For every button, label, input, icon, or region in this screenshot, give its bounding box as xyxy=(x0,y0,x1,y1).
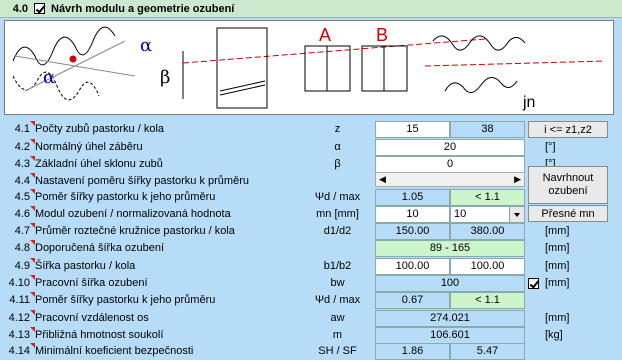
row-label: Pracovní šířka ozubení xyxy=(35,277,148,289)
row-symbol: Ψd / max xyxy=(314,294,361,306)
width-ratio-scrollbar[interactable]: ◀ ▶ xyxy=(375,172,525,187)
row-4-11: 4.11 Poměr šířky pastorku k jeho průměru… xyxy=(0,292,622,309)
gear-geometry-diagram: α α β A B jn xyxy=(4,20,614,115)
alpha-label-bottom: α xyxy=(43,67,55,88)
row-number: 4.9 xyxy=(0,258,35,272)
helix-angle-input[interactable]: 0 xyxy=(375,156,525,173)
weight-value: 106.601 xyxy=(375,327,525,344)
working-width-checkbox[interactable] xyxy=(528,278,539,289)
row-label: Poměr šířky pastorku k jeho průměru xyxy=(35,191,216,203)
row-label: Přibližná hmotnost soukolí xyxy=(35,329,164,341)
center-distance-value: 274.021 xyxy=(375,310,525,327)
row-unit: [°] xyxy=(545,141,556,153)
row-unit: [mm] xyxy=(545,312,570,324)
row-number: 4.11 xyxy=(0,292,35,306)
alpha-label-top: α xyxy=(140,35,152,56)
row-symbol: z xyxy=(334,123,341,135)
row-label: Pracovní vzdálenost os xyxy=(35,312,149,324)
row-label: Poměr šířky pastorku k jeho průměru xyxy=(35,294,216,306)
row-number: 4.12 xyxy=(0,310,35,324)
row-symbol: α xyxy=(334,141,341,153)
row-label: Normálný úhel záběru xyxy=(35,141,143,153)
row-label: Modul ozubení / normalizovaná hodnota xyxy=(35,208,231,220)
row-number: 4.4 xyxy=(0,173,35,187)
section-header: 4.0 Návrh modulu a geometrie ozubení xyxy=(0,0,622,18)
teeth-pinion-input[interactable]: 15 xyxy=(375,121,450,138)
pinion-width-input[interactable]: 100.00 xyxy=(375,258,450,275)
row-symbol: mn [mm] xyxy=(316,208,359,220)
pitch-diameter-gear: 380.00 xyxy=(450,223,525,240)
label-b: B xyxy=(376,25,388,45)
row-unit: [mm] xyxy=(545,242,570,254)
scroll-left-icon[interactable]: ◀ xyxy=(379,174,386,185)
row-4-5: 4.5 Poměr šířky pastorku k jeho průměru … xyxy=(0,189,622,206)
row-number: 4.1 xyxy=(0,121,35,135)
width-ratio-value-2: 0.67 xyxy=(375,292,450,309)
row-4-10: 4.10 Pracovní šířka ozubení bw 100 [mm] xyxy=(0,275,622,292)
row-label: Minimální koeficient bezpečnosti xyxy=(35,345,194,357)
row-number: 4.14 xyxy=(0,343,35,357)
gear-width-input[interactable]: 100.00 xyxy=(450,258,525,275)
row-unit: [mm] xyxy=(545,277,570,289)
row-unit: [kg] xyxy=(545,329,563,341)
row-label: Počty zubů pastorku / kola xyxy=(35,123,165,135)
row-symbol: bw xyxy=(330,277,345,289)
row-number: 4.10 xyxy=(0,275,35,289)
safety-factor-sh: 1.86 xyxy=(375,343,450,360)
width-ratio-value: 1.05 xyxy=(375,189,450,206)
width-ratio-max: < 1.1 xyxy=(450,189,525,206)
row-4-12: 4.12 Pracovní vzdálenost os aw 274.021 [… xyxy=(0,310,622,327)
row-label: Nastavení poměru šířky pastorku k průměr… xyxy=(35,175,249,187)
row-label: Základní úhel sklonu zubů xyxy=(35,158,163,170)
row-number: 4.8 xyxy=(0,240,35,254)
row-number: 4.13 xyxy=(0,327,35,341)
row-number: 4.5 xyxy=(0,189,35,203)
row-symbol: m xyxy=(332,329,343,341)
row-number: 4.2 xyxy=(0,139,35,153)
row-label: Doporučená šířka ozubení xyxy=(35,242,165,254)
jn-label: jn xyxy=(522,94,535,111)
row-symbol: b1/b2 xyxy=(323,260,352,272)
scroll-right-icon[interactable]: ▶ xyxy=(514,174,521,185)
row-unit: [mm] xyxy=(545,225,570,237)
teeth-gear-value: 38 xyxy=(450,121,525,138)
exact-module-button[interactable]: Přesné mn xyxy=(528,205,608,222)
row-number: 4.7 xyxy=(0,223,35,237)
module-select[interactable]: 10 xyxy=(450,206,525,223)
row-label: Průměr roztečné kružnice pastorku / kola xyxy=(35,225,235,237)
row-symbol: aw xyxy=(330,312,345,324)
gear-diagram-svg: α α β A B jn xyxy=(12,25,606,111)
row-symbol: SH / SF xyxy=(318,345,357,357)
row-unit: [mm] xyxy=(545,260,570,272)
row-number: 4.6 xyxy=(0,206,35,220)
row-4-14: 4.14 Minimální koeficient bezpečnosti SH… xyxy=(0,343,622,360)
row-4-7: 4.7 Průměr roztečné kružnice pastorku / … xyxy=(0,223,622,240)
row-4-2: 4.2 Normálný úhel záběru α 20 [°] xyxy=(0,139,622,156)
safety-factor-sf: 5.47 xyxy=(450,343,525,360)
section-number: 4.0 xyxy=(12,2,28,15)
row-number: 4.3 xyxy=(0,156,35,170)
section-title: Návrh modulu a geometrie ozubení xyxy=(51,2,235,15)
pitch-diameter-pinion: 150.00 xyxy=(375,223,450,240)
row-4-9: 4.9 Šířka pastorku / kola b1/b2 100.00 1… xyxy=(0,258,622,275)
working-width-value: 100 xyxy=(375,275,525,292)
label-a: A xyxy=(319,25,331,45)
pressure-angle-input[interactable]: 20 xyxy=(375,139,525,156)
module-select-value: 10 xyxy=(454,208,467,220)
module-input[interactable]: 10 xyxy=(375,206,450,223)
width-ratio-max-2: < 1.1 xyxy=(450,292,525,309)
row-symbol: d1/d2 xyxy=(323,225,352,237)
chevron-down-icon[interactable] xyxy=(509,207,524,222)
row-symbol: Ψd / max xyxy=(314,191,361,203)
row-symbol: β xyxy=(334,158,341,170)
section-checkbox[interactable] xyxy=(34,3,45,14)
ratio-button[interactable]: i <= z1,z2 xyxy=(528,121,608,138)
row-4-8: 4.8 Doporučená šířka ozubení 89 - 165 [m… xyxy=(0,240,622,257)
recommended-width: 89 - 165 xyxy=(375,240,525,257)
row-label: Šířka pastorku / kola xyxy=(35,260,136,272)
row-4-13: 4.13 Přibližná hmotnost soukolí m 106.60… xyxy=(0,327,622,344)
beta-label: β xyxy=(160,67,170,88)
